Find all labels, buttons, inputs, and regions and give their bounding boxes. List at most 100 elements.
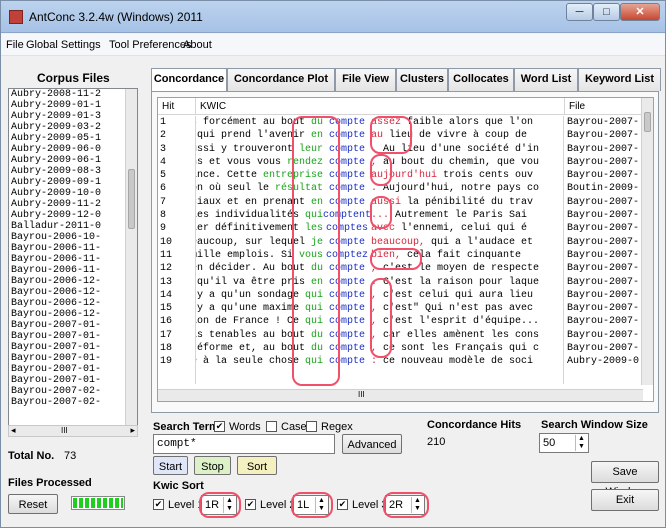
corpus-file-item[interactable]: Bayrou-2007-01-	[9, 364, 137, 375]
regex-checkbox[interactable]	[306, 421, 317, 432]
reset-button[interactable]: Reset	[8, 494, 58, 514]
hit-column-header[interactable]: Hit	[158, 98, 196, 115]
corpus-file-item[interactable]: Aubry-2009-11-2	[9, 199, 137, 210]
file-name[interactable]: Boutin-2009-	[565, 182, 643, 195]
keyword[interactable]: compte	[323, 262, 371, 275]
file-name[interactable]: Bayrou-2007-	[565, 289, 643, 302]
kwic-line[interactable]: as les individualités quicomptent... Aut…	[196, 209, 563, 222]
kwic-line[interactable]: t pas tenables au bout ducompte, car ell…	[196, 329, 563, 342]
corpus-file-item[interactable]: Bayrou-2007-01-	[9, 331, 137, 342]
file-name[interactable]: Bayrou-2007-	[565, 342, 643, 355]
level2-checkbox[interactable]: ✔	[245, 499, 256, 510]
tab-clusters[interactable]: Clusters	[396, 68, 448, 91]
keyword[interactable]: compte	[323, 276, 371, 289]
level2-spinner[interactable]: 1L ▲ ▼	[293, 495, 329, 515]
keyword[interactable]: compte	[323, 289, 371, 302]
file-name[interactable]: Bayrou-2007-	[565, 329, 643, 342]
hscroll-grip-icon[interactable]: III	[358, 390, 365, 399]
keyword[interactable]: comptez	[323, 249, 371, 262]
tab-concordance[interactable]: Concordance	[151, 68, 227, 92]
menu-about[interactable]: About	[183, 39, 212, 51]
file-name[interactable]: Bayrou-2007-	[565, 129, 643, 142]
kwic-line[interactable]: spéciaux et en prenant encompteaussi la …	[196, 196, 563, 209]
corpus-file-item[interactable]: Aubry-2009-09-1	[9, 177, 137, 188]
keyword[interactable]: compte	[323, 236, 371, 249]
case-checkbox[interactable]	[266, 421, 277, 432]
menu-tool-preferences[interactable]: Tool Preferences	[109, 39, 192, 51]
corpus-file-item[interactable]: Bayrou-2007-01-	[9, 320, 137, 331]
file-name[interactable]: Bayrou-2007-	[565, 116, 643, 129]
scroll-right-icon[interactable]: ▸	[130, 425, 135, 436]
keyword[interactable]: compte	[323, 143, 371, 156]
kwic-line[interactable]: régler définitivement lescomptesavec l'e…	[196, 222, 563, 235]
spinner-arrows-icon[interactable]: ▲ ▼	[223, 497, 235, 513]
results-vscrollbar[interactable]	[641, 98, 653, 385]
corpus-file-item[interactable]: Aubry-2009-06-1	[9, 155, 137, 166]
corpus-file-item[interactable]: Bayrou-2006-12-	[9, 309, 137, 320]
kwic-line[interactable]: tions et vous vous rendezcompte, au bout…	[196, 156, 563, 169]
level1-spinner[interactable]: 1R ▲ ▼	[201, 495, 237, 515]
corpus-file-item[interactable]: Aubry-2009-10-0	[9, 188, 137, 199]
keyword[interactable]: compte	[323, 129, 371, 142]
level1-checkbox[interactable]: ✔	[153, 499, 164, 510]
corpus-file-item[interactable]: Balladur-2011-0	[9, 221, 137, 232]
tab-concordance-plot[interactable]: Concordance Plot	[227, 68, 335, 91]
file-name[interactable]: Bayrou-2007-	[565, 169, 643, 182]
stop-button[interactable]: Stop	[194, 456, 231, 475]
keyword[interactable]: compte	[323, 169, 371, 182]
file-name[interactable]: Bayrou-2007-	[565, 262, 643, 275]
advanced-button[interactable]: Advanced	[342, 434, 402, 454]
tab-collocates[interactable]: Collocates	[448, 68, 514, 91]
kwic-line[interactable]: s aussi y trouveront leurcompte. Au lieu…	[196, 143, 563, 156]
corpus-file-item[interactable]: Aubry-2009-01-1	[9, 100, 137, 111]
concordance-results[interactable]: Hit KWIC File 1 2 3 4 5 6 7 8 9 10 11 12 13 14 15 16 17 1…	[157, 97, 654, 402]
kwic-column-header[interactable]: KWIC	[196, 98, 565, 115]
file-column-header[interactable]: File	[565, 98, 643, 115]
kwic-line[interactable]: ampion de France ! Ce quicompte, c'est l…	[196, 315, 563, 328]
kwic-line[interactable]: ition où seul le résultatcompte. Aujourd…	[196, 182, 563, 195]
corpus-file-item[interactable]: Bayrou-2007-02-	[9, 397, 137, 408]
corpus-file-item[interactable]: Bayrou-2007-01-	[9, 353, 137, 364]
corpus-file-item[interactable]: Bayrou-2006-12-	[9, 287, 137, 298]
spinner-arrows-icon[interactable]: ▲ ▼	[315, 497, 327, 513]
corpus-file-item[interactable]: Bayrou-2006-12-	[9, 276, 137, 287]
spinner-arrows-icon[interactable]: ▲ ▼	[411, 497, 423, 513]
kwic-line[interactable]: e beaucoup, sur lequel jecomptebeaucoup,…	[196, 236, 563, 249]
kwic-line[interactable]: nt en décider. Au bout ducompte, c'est l…	[196, 262, 563, 275]
kwic-line[interactable]: l n'y a qu'une maxime quicompte, c'est" …	[196, 302, 563, 315]
file-list-scrollbar[interactable]	[125, 89, 137, 433]
save-window-button[interactable]: Save Window	[591, 461, 659, 498]
level3-checkbox[interactable]: ✔	[337, 499, 348, 510]
spinner-arrows-icon[interactable]: ▲ ▼	[575, 435, 587, 451]
corpus-file-item[interactable]: Aubry-2008-11-2	[9, 89, 137, 100]
kwic-line[interactable]: eurs forcément au bout ducompteassez fai…	[196, 116, 563, 129]
file-name[interactable]: Bayrou-2007-	[565, 276, 643, 289]
menu-file[interactable]: File	[6, 39, 24, 51]
corpus-file-item[interactable]: Aubry-2009-12-0	[9, 210, 137, 221]
corpus-file-item[interactable]: Bayrou-2007-02-	[9, 386, 137, 397]
results-scroll-thumb[interactable]	[644, 112, 651, 132]
file-name[interactable]: Bayrou-2007-	[565, 236, 643, 249]
keyword[interactable]: compte	[323, 315, 371, 328]
tab-keyword-list[interactable]: Keyword List	[578, 68, 661, 91]
file-name[interactable]: Bayrou-2007-	[565, 209, 643, 222]
results-hscrollbar[interactable]: III	[158, 389, 643, 401]
corpus-file-item[interactable]: Bayrou-2007-01-	[9, 375, 137, 386]
file-name[interactable]: Bayrou-2007-	[565, 315, 643, 328]
file-name[interactable]: Bayrou-2007-	[565, 302, 643, 315]
file-name[interactable]: Bayrou-2007-	[565, 196, 643, 209]
search-term-input[interactable]	[153, 434, 335, 454]
kwic-line[interactable]: ude qu'il va être pris encompte. C'est l…	[196, 276, 563, 289]
exit-button[interactable]: Exit	[591, 489, 659, 511]
keyword[interactable]: compte	[323, 355, 371, 368]
keyword[interactable]: compte	[323, 116, 371, 129]
file-name[interactable]: Bayrou-2007-	[565, 156, 643, 169]
keyword[interactable]: comptent	[323, 209, 371, 222]
search-window-size-spinner[interactable]: 50 ▲ ▼	[539, 433, 589, 453]
keyword[interactable]: comptes	[323, 222, 371, 235]
scroll-grip-icon[interactable]: III	[61, 426, 68, 435]
corpus-file-item[interactable]: Bayrou-2006-11-	[9, 254, 137, 265]
file-list-scroll-thumb[interactable]	[128, 169, 135, 229]
keyword[interactable]: compte	[323, 342, 371, 355]
scroll-left-icon[interactable]: ◂	[11, 425, 16, 436]
